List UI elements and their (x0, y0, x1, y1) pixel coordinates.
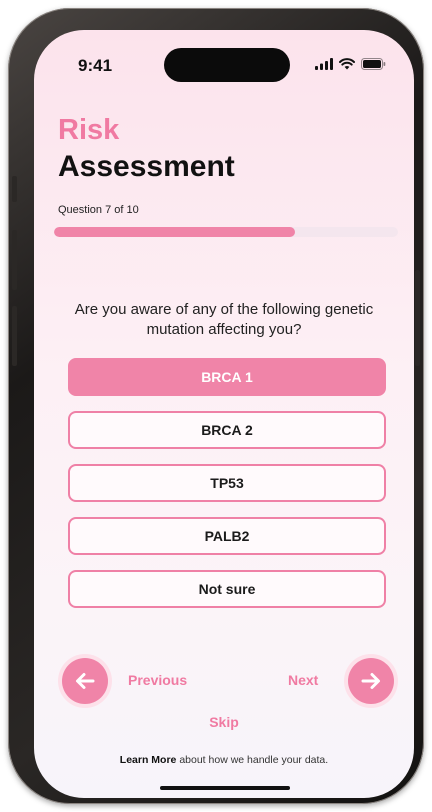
power-button (415, 270, 420, 366)
battery-icon (361, 58, 386, 70)
status-time: 9:41 (78, 56, 113, 75)
previous-button[interactable] (62, 658, 108, 704)
arrow-left-icon (76, 673, 95, 689)
home-indicator[interactable] (160, 786, 290, 790)
dynamic-island (164, 48, 290, 82)
skip-button[interactable]: Skip (34, 714, 414, 730)
action-button (12, 176, 17, 202)
progress-label: Question 7 of 10 (58, 204, 139, 216)
privacy-note: Learn More about how we handle your data… (34, 754, 414, 766)
option-brca2[interactable]: BRCA 2 (68, 411, 386, 449)
phone-frame: 9:41 Risk Assessment Question 7 of 10 Ar… (8, 8, 424, 804)
progress-bar (54, 227, 398, 237)
question-text: Are you aware of any of the following ge… (74, 301, 374, 338)
volume-down-button (12, 306, 17, 366)
page-title-accent: Risk (58, 114, 120, 146)
answer-options: BRCA 1 BRCA 2 TP53 PALB2 Not sure (68, 358, 386, 623)
learn-more-link[interactable]: Learn More (120, 754, 177, 766)
signal-icon (315, 58, 333, 70)
previous-label[interactable]: Previous (128, 672, 187, 688)
arrow-right-icon (361, 673, 380, 689)
status-icons (315, 58, 386, 70)
option-not-sure[interactable]: Not sure (68, 570, 386, 608)
option-brca1[interactable]: BRCA 1 (68, 358, 386, 396)
screen: 9:41 Risk Assessment Question 7 of 10 Ar… (34, 30, 414, 798)
option-tp53[interactable]: TP53 (68, 464, 386, 502)
privacy-note-text: about how we handle your data. (176, 754, 329, 766)
next-label[interactable]: Next (288, 672, 318, 688)
progress-bar-fill (54, 227, 295, 237)
next-button[interactable] (348, 658, 394, 704)
page-title: Assessment (58, 150, 235, 183)
option-palb2[interactable]: PALB2 (68, 517, 386, 555)
skip-label[interactable]: Skip (209, 714, 239, 730)
volume-up-button (12, 230, 17, 290)
wifi-icon (339, 58, 355, 70)
